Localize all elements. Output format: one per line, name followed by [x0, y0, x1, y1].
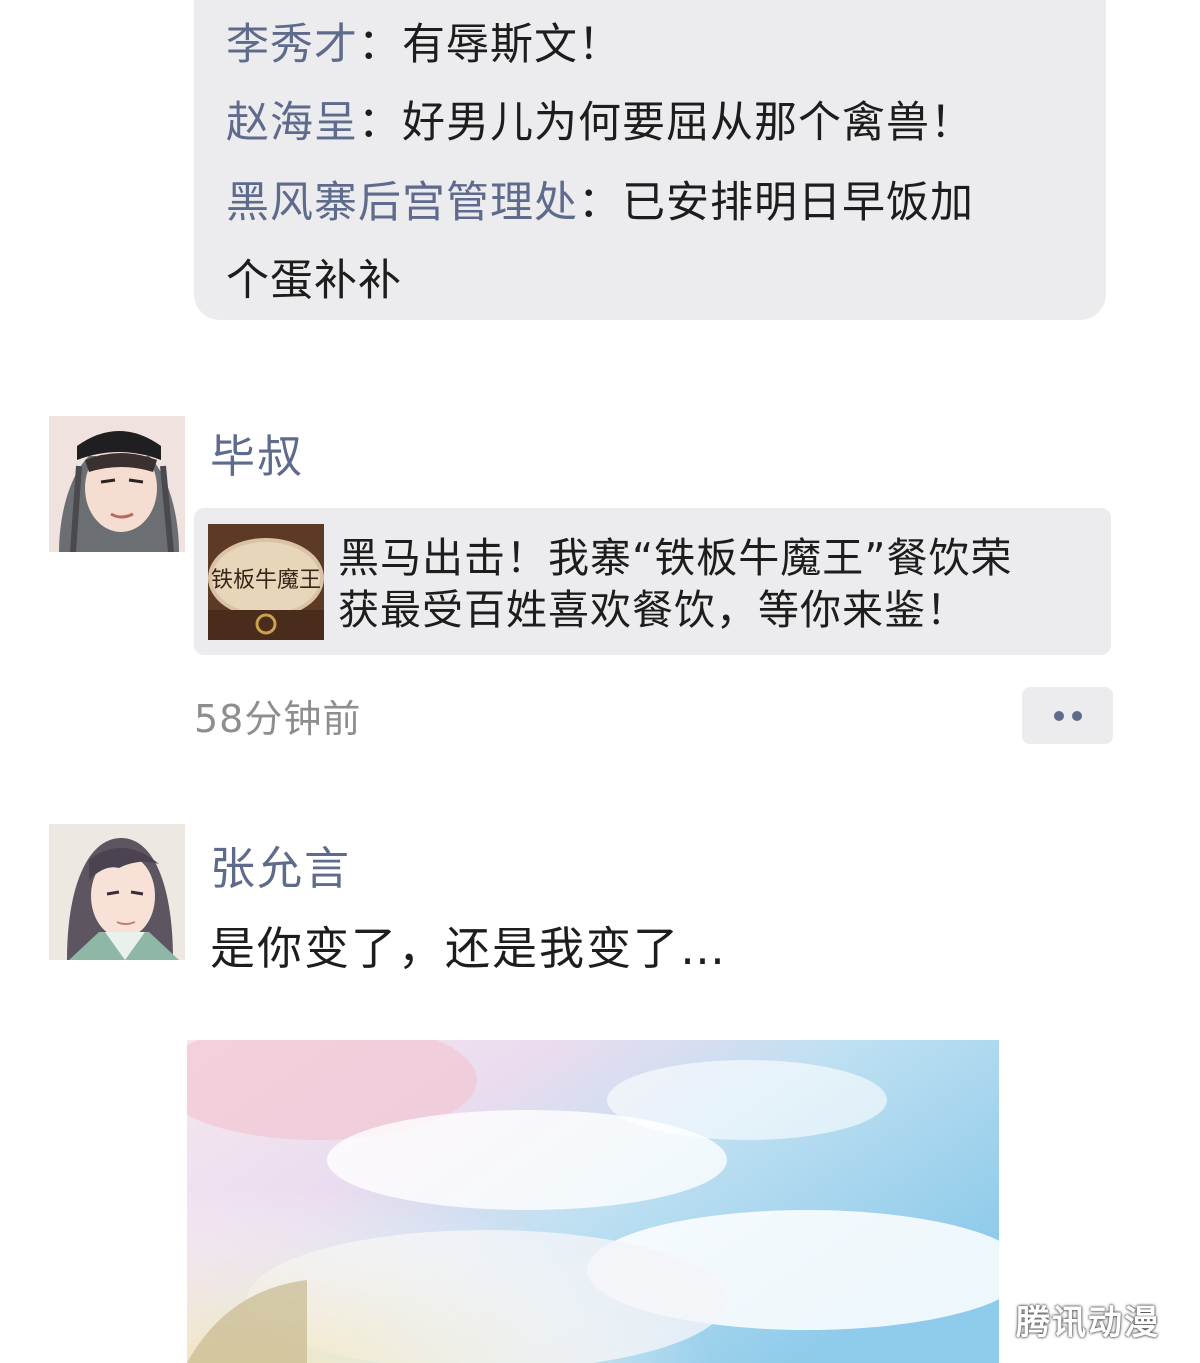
comment-separator: ：: [358, 20, 402, 70]
comment-text: 好男儿为何要屈从那个禽兽！: [402, 98, 974, 148]
comment-separator: ：: [358, 98, 402, 148]
comment-item: 李秀才：有辱斯文！: [226, 6, 1086, 84]
comment-item: 赵海呈：好男儿为何要屈从那个禽兽！: [226, 84, 1086, 162]
post-timestamp: 58分钟前: [194, 697, 362, 741]
post-text: 是你变了，还是我变了…: [210, 922, 728, 975]
post-image[interactable]: [187, 1040, 999, 1363]
sky-clouds-image: [187, 1040, 999, 1363]
shared-link-thumbnail: 铁板牛魔王: [208, 524, 324, 640]
commenter-name[interactable]: 李秀才: [226, 20, 358, 70]
shared-link-title-line: 获最受百姓喜欢餐饮，等你来鉴！: [338, 586, 968, 634]
comment-item: 黑风寨后宫管理处：已安排明日早饭加 个蛋补补: [226, 164, 1086, 320]
watermark-text: 腾讯动漫: [1016, 1303, 1160, 1343]
avatar[interactable]: [49, 824, 185, 960]
ellipsis-icon: [1054, 711, 1064, 721]
commenter-name[interactable]: 黑风寨后宫管理处: [226, 178, 578, 228]
shared-link-title-line: 黑马出击！我寨“铁板牛魔王”餐饮荣: [338, 534, 1013, 582]
avatar[interactable]: [49, 416, 185, 552]
avatar-portrait-icon: [49, 824, 185, 960]
comment-text-continued: 个蛋补补: [226, 256, 402, 306]
restaurant-sign-text: 铁板牛魔王: [210, 568, 321, 593]
ellipsis-icon: [1072, 711, 1082, 721]
avatar-portrait-icon: [49, 416, 185, 552]
post-author-name[interactable]: 毕叔: [210, 420, 304, 485]
watermark-logo: 腾讯动漫: [998, 1285, 1178, 1345]
comment-text: 有辱斯文！: [402, 20, 622, 70]
more-options-button[interactable]: [1022, 687, 1113, 744]
commenter-name[interactable]: 赵海呈: [226, 98, 358, 148]
comment-text: 已安排明日早饭加: [622, 178, 974, 228]
shared-link-title: 黑马出击！我寨“铁板牛魔王”餐饮荣 获最受百姓喜欢餐饮，等你来鉴！: [338, 532, 1108, 636]
comment-list: 李秀才：有辱斯文！ 赵海呈：好男儿为何要屈从那个禽兽！ 黑风寨后宫管理处：已安排…: [194, 0, 1106, 320]
comment-separator: ：: [578, 178, 622, 228]
shared-link-card[interactable]: 铁板牛魔王 黑马出击！我寨“铁板牛魔王”餐饮荣 获最受百姓喜欢餐饮，等你来鉴！: [194, 508, 1111, 655]
post-author-name[interactable]: 张允言: [210, 832, 351, 897]
